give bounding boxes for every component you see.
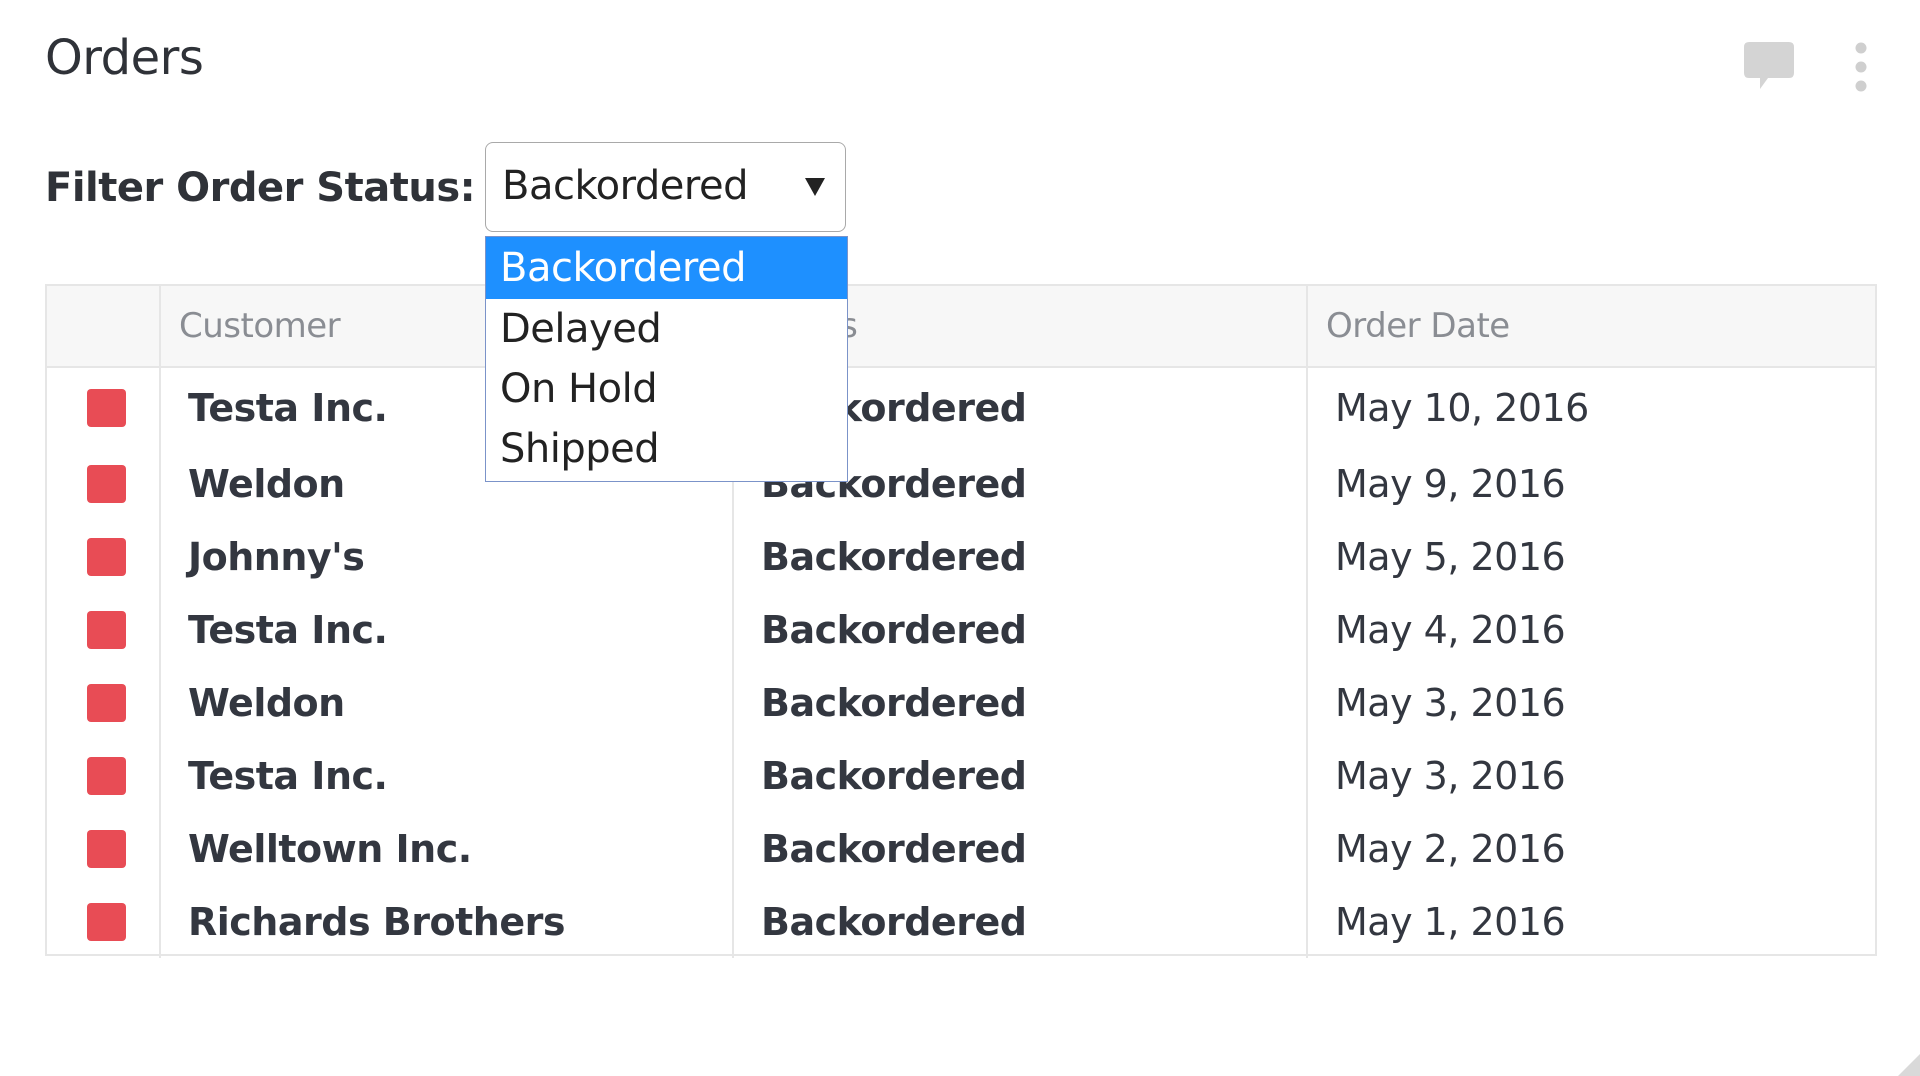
status-cell: Backordered (732, 666, 1307, 739)
status-cell: Backordered (732, 885, 1307, 958)
dropdown-option-backordered[interactable]: Backordered (486, 237, 847, 299)
table-row[interactable]: Weldon Backordered May 3, 2016 (47, 666, 1875, 739)
status-marker-icon (87, 610, 126, 649)
select-current-value: Backordered (502, 163, 748, 209)
dropdown-option-on-hold[interactable]: On Hold (486, 359, 847, 419)
table-row[interactable]: Johnny's Backordered May 5, 2016 (47, 520, 1875, 593)
status-marker-icon (87, 756, 126, 795)
status-marker-icon (87, 902, 126, 941)
column-header-marker (47, 286, 160, 367)
table-row[interactable]: Welltown Inc. Backordered May 2, 2016 (47, 812, 1875, 885)
status-marker-icon (87, 683, 126, 722)
dropdown-option-shipped[interactable]: Shipped (486, 419, 847, 479)
customer-cell: Testa Inc. (159, 593, 733, 666)
table-row[interactable]: Testa Inc. Backordered May 10, 2016 (47, 367, 1875, 447)
orders-widget: Orders Filter Order Status: Backordered … (0, 0, 1920, 1076)
dropdown-arrow-icon (805, 178, 825, 196)
order-date-cell: May 5, 2016 (1306, 520, 1875, 593)
dropdown-option-delayed[interactable]: Delayed (486, 299, 847, 359)
status-cell: Backordered (732, 739, 1307, 812)
status-cell: Backordered (732, 593, 1307, 666)
customer-cell: Richards Brothers (159, 885, 733, 958)
kebab-menu-icon[interactable] (1848, 38, 1874, 96)
order-date-cell: May 4, 2016 (1306, 593, 1875, 666)
table-header-row: Customer Status Order Date (47, 286, 1875, 367)
filter-order-status-label: Filter Order Status: (45, 165, 476, 211)
customer-cell: Welltown Inc. (159, 812, 733, 885)
comment-icon[interactable] (1744, 42, 1794, 90)
customer-cell: Johnny's (159, 520, 733, 593)
column-header-order-date[interactable]: Order Date (1306, 286, 1875, 367)
table-row[interactable]: Weldon Backordered May 9, 2016 (47, 447, 1875, 520)
status-marker-icon (87, 388, 126, 427)
status-marker-icon (87, 537, 126, 576)
table-row[interactable]: Testa Inc. Backordered May 4, 2016 (47, 593, 1875, 666)
order-date-cell: May 1, 2016 (1306, 885, 1875, 958)
status-marker-icon (87, 464, 126, 503)
status-marker-icon (87, 829, 126, 868)
status-cell: Backordered (732, 520, 1307, 593)
order-date-cell: May 3, 2016 (1306, 739, 1875, 812)
order-date-cell: May 10, 2016 (1306, 367, 1875, 447)
customer-cell: Testa Inc. (159, 739, 733, 812)
widget-title: Orders (45, 30, 204, 86)
order-date-cell: May 3, 2016 (1306, 666, 1875, 739)
order-status-dropdown-list: Backordered Delayed On Hold Shipped (485, 236, 848, 482)
order-date-cell: May 2, 2016 (1306, 812, 1875, 885)
status-cell: Backordered (732, 812, 1307, 885)
table-row[interactable]: Testa Inc. Backordered May 3, 2016 (47, 739, 1875, 812)
widget-resize-handle[interactable] (1898, 1054, 1920, 1076)
orders-table: Customer Status Order Date Testa Inc. Ba… (45, 284, 1877, 958)
order-date-cell: May 9, 2016 (1306, 447, 1875, 520)
order-status-select[interactable]: Backordered (485, 142, 846, 232)
customer-cell: Weldon (159, 666, 733, 739)
table-row[interactable]: Richards Brothers Backordered May 1, 201… (47, 885, 1875, 958)
